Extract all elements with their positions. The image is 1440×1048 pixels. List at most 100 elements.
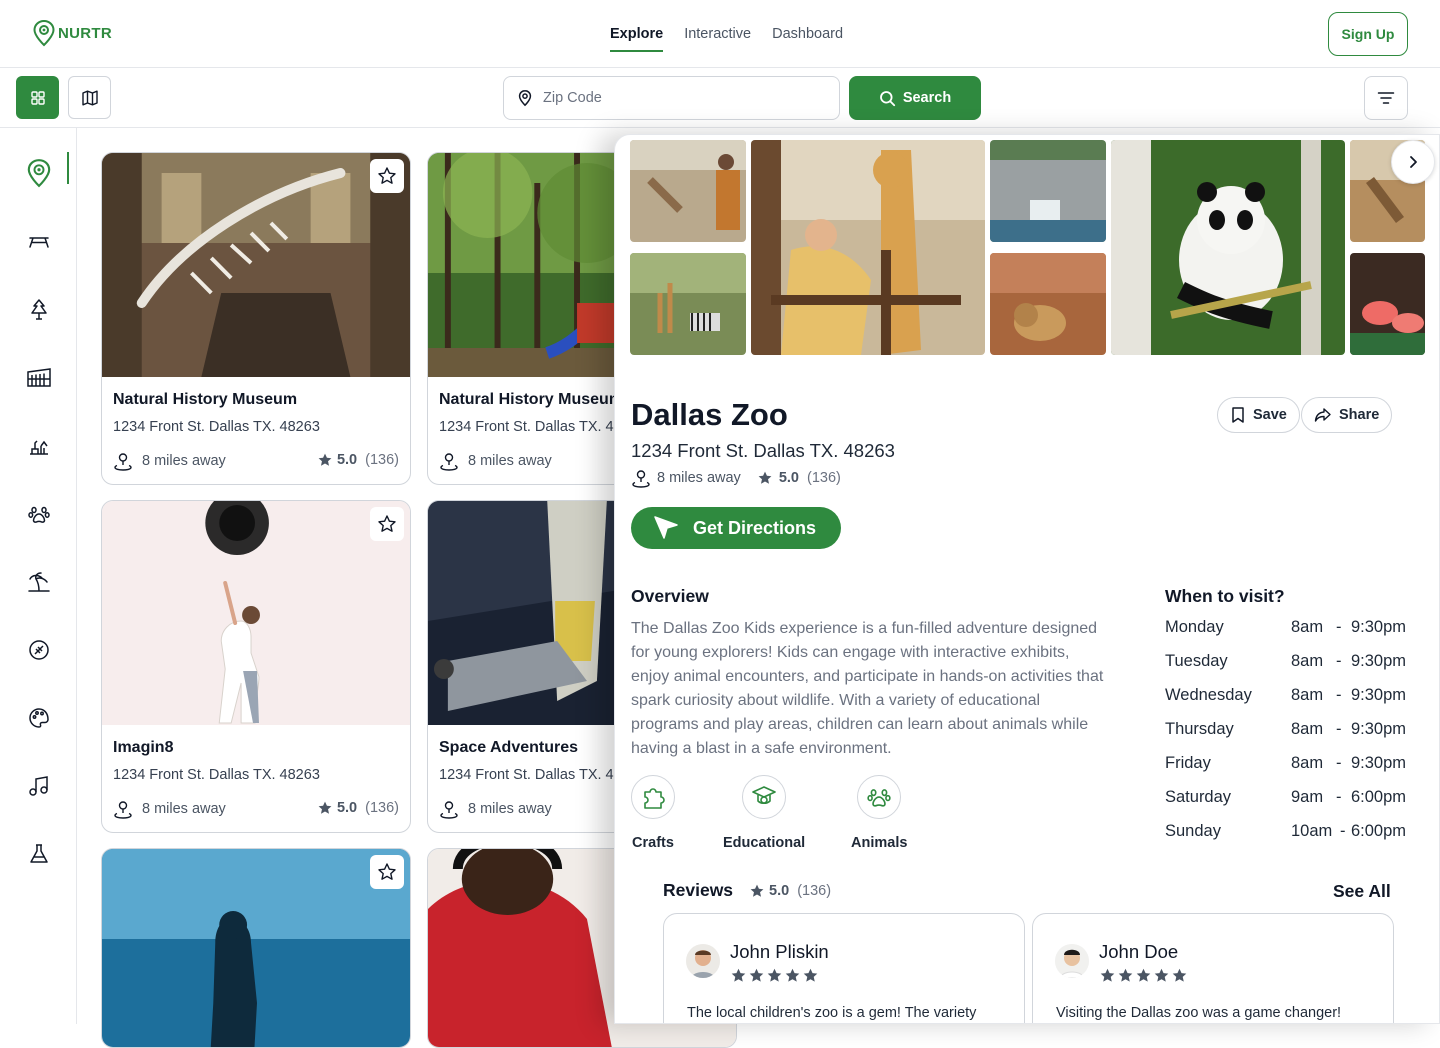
gallery-photo[interactable] [751, 140, 985, 355]
reviews-heading: Reviews [663, 880, 734, 900]
grid-icon [30, 90, 45, 105]
sidebar-item-art[interactable] [22, 701, 56, 735]
tab-explore[interactable]: Explore [610, 26, 664, 52]
distance-text: 8 miles away [468, 801, 552, 817]
top-bar: NURTR Explore Interactive Dashboard Sign… [0, 0, 1440, 68]
favorite-button[interactable] [370, 855, 404, 889]
get-directions-button[interactable]: Get Directions [631, 507, 841, 549]
hours-dash: - [1336, 754, 1342, 772]
star-icon [318, 801, 332, 814]
zip-code-input[interactable] [543, 90, 813, 106]
sidebar-item-picnic[interactable] [22, 225, 56, 259]
rating-count: (136) [806, 470, 841, 486]
sidebar-item-theater[interactable] [22, 361, 56, 395]
sidebar-item-all[interactable] [22, 156, 56, 190]
place-title[interactable]: Natural History Museum [439, 391, 623, 409]
share-icon [1314, 408, 1331, 422]
hours-open: 8am [1291, 720, 1324, 738]
puzzle-icon [644, 788, 665, 809]
hours-close: 9:30pm [1351, 686, 1407, 704]
filter-button[interactable] [1364, 76, 1408, 120]
hours-open: 8am [1291, 618, 1324, 636]
see-all-link[interactable]: See All [1333, 881, 1391, 902]
place-address: 1234 Front St. Dallas TX. 48263 [631, 440, 895, 461]
gallery-photo[interactable] [990, 253, 1106, 355]
gallery-photo[interactable] [630, 253, 746, 355]
place-address: 1234 Front St. Dallas TX. 48263 [113, 419, 320, 435]
place-card[interactable] [101, 848, 411, 1048]
map-icon [81, 90, 98, 105]
sidebar-item-science[interactable] [22, 837, 56, 871]
sports-ball-icon [29, 640, 49, 660]
star-icon [1136, 968, 1151, 982]
share-label: Share [1339, 407, 1380, 423]
graduation-icon [752, 786, 776, 805]
feature-icon-wrap [742, 775, 787, 819]
save-label: Save [1253, 407, 1287, 423]
gallery-photo[interactable] [630, 140, 746, 242]
distance-text: 8 miles away [657, 470, 741, 486]
zip-code-field[interactable] [503, 76, 840, 120]
hours-row: Thursday 8am -9:30pm [1165, 720, 1425, 744]
tab-dashboard[interactable]: Dashboard [772, 26, 843, 52]
sidebar-item-sports[interactable] [22, 633, 56, 667]
search-button-label: Search [902, 90, 952, 106]
save-button[interactable]: Save [1217, 397, 1300, 433]
favorite-button[interactable] [370, 159, 404, 193]
chevron-right-icon [1410, 156, 1417, 168]
feature-icon-wrap [857, 775, 902, 819]
star-icon [750, 884, 764, 897]
sidebar-item-animals[interactable] [22, 497, 56, 531]
place-address: 1234 Front St. Dallas TX. 48263 [113, 767, 320, 783]
place-title[interactable]: Space Adventures [439, 739, 578, 757]
detail-panel: Dallas Zoo 1234 Front St. Dallas TX. 482… [614, 134, 1440, 1024]
grid-view-button[interactable] [16, 76, 59, 119]
gallery-photo[interactable] [1350, 253, 1425, 355]
share-button[interactable]: Share [1301, 397, 1393, 433]
reviews-rating: 5.0 [769, 882, 790, 899]
overview-text: The Dallas Zoo Kids experience is a fun-… [631, 620, 1104, 757]
place-card[interactable]: Imagin8 1234 Front St. Dallas TX. 48263 … [101, 500, 411, 833]
hours-row: Sunday 10am -6:00pm [1165, 822, 1425, 846]
hours-open: 8am [1291, 754, 1324, 772]
rating-value: 5.0 [778, 470, 799, 486]
review-stars [1099, 967, 1188, 984]
get-directions-label: Get Directions [693, 517, 817, 538]
gallery-next-button[interactable] [1391, 140, 1435, 184]
sidebar-item-nature[interactable] [22, 293, 56, 327]
sidebar-item-beach[interactable] [22, 565, 56, 599]
logo[interactable]: NURTR [32, 19, 112, 47]
place-title[interactable]: Natural History Museum [113, 391, 297, 409]
gallery-photo[interactable] [990, 140, 1106, 242]
hours-open: 10am [1291, 822, 1333, 840]
reviews-header: Reviews 5.0 (136) [663, 880, 831, 901]
park-icon [30, 440, 48, 455]
hours-day: Thursday [1165, 720, 1234, 738]
paw-icon [28, 506, 50, 523]
navigation-arrow-icon [654, 516, 678, 539]
tab-interactive[interactable]: Interactive [684, 26, 751, 52]
star-outline-icon [378, 515, 396, 532]
hours-day: Monday [1165, 618, 1224, 636]
sign-up-button[interactable]: Sign Up [1328, 12, 1408, 56]
feature-label: Animals [851, 835, 908, 851]
person-pin-icon [114, 453, 132, 471]
place-title[interactable]: Imagin8 [113, 739, 173, 757]
sidebar-item-music[interactable] [22, 769, 56, 803]
place-card[interactable]: Natural History Museum 1234 Front St. Da… [101, 152, 411, 485]
search-button[interactable]: Search [849, 76, 981, 120]
category-sidebar [0, 128, 77, 1024]
main-nav: Explore Interactive Dashboard [610, 26, 843, 52]
hours-close: 9:30pm [1351, 754, 1407, 772]
distance-text: 8 miles away [142, 453, 226, 469]
place-rating: 5.0 (136) [317, 452, 399, 468]
hours-day: Saturday [1165, 788, 1232, 806]
sidebar-item-parks[interactable] [22, 429, 56, 463]
gallery-photo[interactable] [1111, 140, 1345, 355]
review-card: John Doe Visiting the Dallas zoo was a g… [1032, 913, 1394, 1023]
hours-close: 6:00pm [1351, 788, 1407, 806]
overview-heading: Overview [631, 586, 709, 606]
favorite-button[interactable] [370, 507, 404, 541]
map-view-button[interactable] [68, 76, 111, 119]
place-distance: 8 miles away [439, 451, 552, 471]
